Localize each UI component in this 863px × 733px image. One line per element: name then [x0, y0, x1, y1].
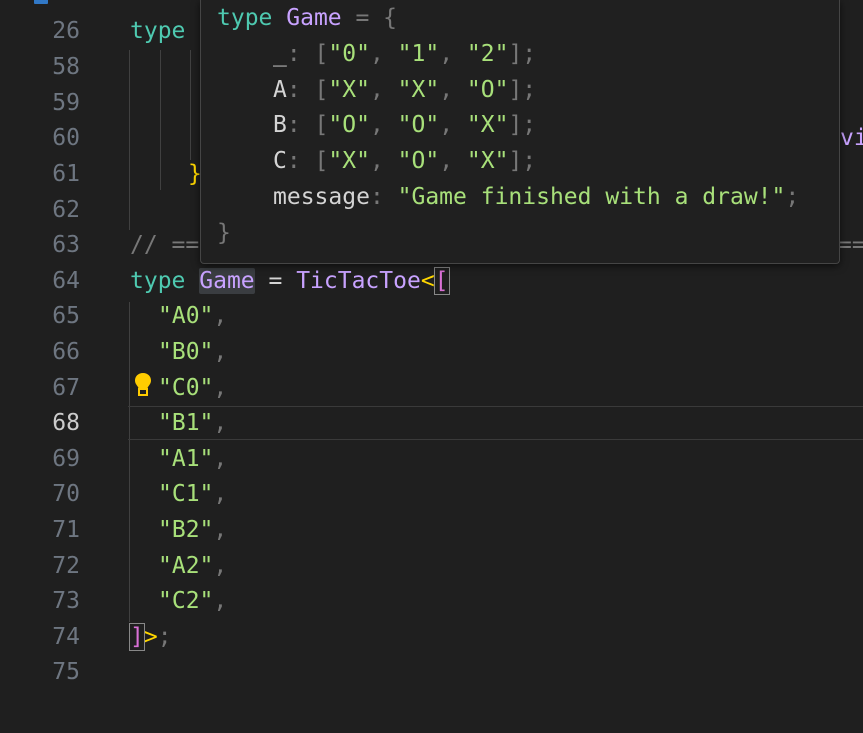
keyword: type	[217, 5, 273, 31]
move-string: "C2"	[158, 588, 214, 614]
cell: "0"	[328, 41, 370, 67]
line-number: 71	[52, 517, 80, 543]
keyword: type	[130, 268, 186, 294]
bracket-close: ]	[129, 623, 145, 651]
hover-row: C: ["X", "O", "X"];	[273, 148, 537, 174]
row-key: B	[273, 112, 287, 138]
row-key: A	[273, 77, 287, 103]
angle-close: >	[143, 624, 158, 650]
move-string: "C1"	[158, 481, 214, 507]
line-number: 72	[52, 553, 80, 579]
hover-line-close: }	[217, 220, 231, 256]
code-editor[interactable]: 26 type 58 59 60 vi 61 } 62 63 // == = = …	[0, 0, 863, 704]
comma: ,	[213, 410, 228, 436]
type-hover-tooltip: type Game = { _: ["0", "1", "2"]; A: ["X…	[200, 0, 840, 264]
type-name-game[interactable]: Game	[199, 268, 255, 294]
code-line-69[interactable]: 69 "A1",	[0, 442, 863, 478]
move-string: "C0"	[158, 375, 214, 401]
cell: "O"	[397, 112, 440, 138]
code-line-68[interactable]: 68 "B1",	[0, 406, 863, 442]
code-fragment: vi	[840, 125, 863, 151]
cell: "O"	[328, 112, 370, 138]
semicolon: ;	[157, 624, 172, 650]
line-number: 70	[52, 481, 80, 507]
hover-row: A: ["X", "X", "O"];	[273, 77, 537, 103]
comma: ,	[213, 339, 228, 365]
row-key: _	[273, 41, 287, 67]
move-string: "B1"	[158, 410, 214, 436]
hover-line-header: type Game = {	[217, 5, 397, 41]
move-string: "B2"	[158, 517, 214, 543]
code-line-64[interactable]: 64 type Game = TicTacToe<[	[0, 264, 863, 300]
line-number: 74	[52, 624, 80, 650]
code-line-74[interactable]: 74 ]>;	[0, 620, 863, 656]
line-number: 26	[52, 18, 80, 44]
comma: ,	[213, 553, 228, 579]
code-line-72[interactable]: 72 "A2",	[0, 549, 863, 585]
cell: "O"	[466, 77, 509, 103]
line-number: 61	[52, 161, 80, 187]
line-number: 58	[52, 54, 80, 80]
cell: "X"	[328, 148, 370, 174]
angle-open: <	[420, 268, 435, 294]
move-string: "A1"	[158, 446, 214, 472]
cell: "X"	[328, 77, 370, 103]
comma: ,	[213, 303, 228, 329]
keyword: type	[130, 18, 186, 44]
code-line-75[interactable]: 75	[0, 655, 863, 691]
line-number: 63	[52, 232, 80, 258]
comma: ,	[213, 375, 228, 401]
comma: ,	[213, 517, 228, 543]
code-line-70[interactable]: 70 "C1",	[0, 477, 863, 513]
move-string: "A0"	[158, 303, 214, 329]
message-value: "Game finished with a draw!"	[397, 184, 786, 210]
lightbulb-icon[interactable]	[134, 372, 152, 398]
message-key: message	[273, 184, 370, 210]
line-number: 73	[52, 588, 80, 614]
code-line-71[interactable]: 71 "B2",	[0, 513, 863, 549]
move-string: "B0"	[158, 339, 214, 365]
code-line-66[interactable]: 66 "B0",	[0, 335, 863, 371]
line-number: 65	[52, 303, 80, 329]
equals-brace: = {	[341, 5, 398, 31]
row-key: C	[273, 148, 287, 174]
cell: "O"	[397, 148, 440, 174]
comma: ,	[213, 481, 228, 507]
line-number: 69	[52, 446, 80, 472]
cell: "1"	[397, 41, 440, 67]
bracket-open: [	[433, 267, 450, 295]
line-number: 64	[52, 268, 80, 294]
line-number: 68	[52, 410, 80, 436]
cell: "X"	[466, 112, 509, 138]
line-number: 59	[52, 90, 80, 116]
line-number: 75	[52, 659, 80, 685]
line-number: 60	[52, 125, 80, 151]
closing-brace: }	[217, 220, 231, 246]
code-line-67[interactable]: 67 "C0",	[0, 371, 863, 407]
code-line-65[interactable]: 65 "A0",	[0, 299, 863, 335]
line-number: 67	[52, 375, 80, 401]
line-number: 66	[52, 339, 80, 365]
move-string: "A2"	[158, 553, 214, 579]
type-name-tictactoe[interactable]: TicTacToe	[296, 268, 421, 294]
cell: "X"	[397, 77, 440, 103]
line-number: 62	[52, 197, 80, 223]
comma: ,	[213, 588, 228, 614]
code-line-73[interactable]: 73 "C2",	[0, 584, 863, 620]
hover-row: _: ["0", "1", "2"];	[273, 41, 537, 67]
equals: =	[254, 268, 297, 294]
comma: ,	[213, 446, 228, 472]
cell: "2"	[466, 41, 509, 67]
hover-row: B: ["O", "O", "X"];	[273, 112, 537, 138]
comment: // ==	[130, 232, 200, 258]
hover-row-message: message: "Game finished with a draw!";	[273, 184, 800, 210]
comment-tail: ==	[838, 232, 863, 258]
type-name: Game	[286, 5, 342, 31]
cell: "X"	[466, 148, 509, 174]
